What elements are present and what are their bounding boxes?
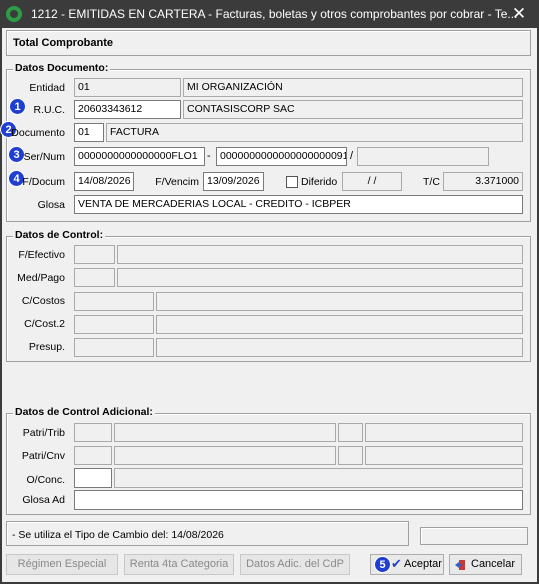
status-panel: - Se utiliza el Tipo de Cambio del: 14/0… xyxy=(6,521,409,546)
glosaad-input[interactable] xyxy=(74,490,523,510)
window-title: 1212 - EMITIDAS EN CARTERA - Facturas, b… xyxy=(31,7,518,21)
aceptar-button[interactable]: 5 ✔ Aceptar xyxy=(370,554,444,575)
presup-label: Presup. xyxy=(28,341,65,353)
numero-input[interactable]: 0000000000000000000091 xyxy=(216,147,347,166)
datos-adic-cdp-button[interactable]: Datos Adic. del CdP xyxy=(240,554,350,575)
fvencim-label: F/Vencim xyxy=(155,176,199,188)
diferido-label: Diferido xyxy=(301,176,338,188)
entidad-code-field[interactable]: 01 xyxy=(74,78,181,97)
regimen-especial-button[interactable]: Régimen Especial xyxy=(6,554,118,575)
patricnv-label: Patri/Cnv xyxy=(21,450,65,462)
title-bar: 1212 - EMITIDAS EN CARTERA - Facturas, b… xyxy=(0,0,539,28)
tc-label: T/C xyxy=(423,176,440,188)
medpago-field xyxy=(74,268,115,287)
total-comprobante-panel: Total Comprobante xyxy=(6,30,531,56)
glosa-input[interactable]: VENTA DE MERCADERIAS LOCAL - CREDITO - I… xyxy=(74,195,523,214)
presup-desc-field xyxy=(156,338,523,357)
patritrib-label: Patri/Trib xyxy=(22,427,65,439)
diferido-date-field: / / xyxy=(342,172,402,191)
fefectivo-desc-field xyxy=(117,245,523,264)
ruc-input[interactable]: 20603343612 xyxy=(74,100,181,119)
cancelar-button[interactable]: Cancelar xyxy=(449,554,522,575)
ccostos-label: C/Costos xyxy=(21,295,65,307)
ruc-name-field: CONTASISCORP SAC xyxy=(183,100,523,119)
sernum-extra-field xyxy=(357,147,489,166)
patritrib-field-2 xyxy=(114,423,336,442)
ccostos-desc-field xyxy=(156,292,523,311)
ccost2-label: C/Cost.2 xyxy=(24,318,65,330)
patricnv-field-2 xyxy=(114,446,336,465)
close-icon[interactable]: ✕ xyxy=(508,4,530,24)
oconc-label: O/Conc. xyxy=(26,474,65,486)
sernum-dash: - xyxy=(207,150,211,162)
checkmark-icon: ✔ xyxy=(391,556,402,571)
documento-name-field: FACTURA xyxy=(106,123,523,142)
ccost2-field xyxy=(74,315,154,334)
glosa-label: Glosa xyxy=(37,199,65,211)
fvencim-input[interactable]: 13/09/2026 xyxy=(203,172,264,191)
patricnv-field-3 xyxy=(338,446,363,465)
documento-label: Documento xyxy=(11,127,65,139)
step-5-badge: 5 xyxy=(374,556,391,573)
datos-control-title: Datos de Control: xyxy=(13,229,106,241)
fdocum-input[interactable]: 14/08/2026 xyxy=(74,172,134,191)
sernum-slash: / xyxy=(350,150,354,162)
renta-4ta-categoria-button[interactable]: Renta 4ta Categoria xyxy=(124,554,234,575)
cancelar-label: Cancelar xyxy=(471,558,516,570)
documento-code-input[interactable]: 01 xyxy=(74,123,104,142)
medpago-label: Med/Pago xyxy=(17,272,65,284)
ccost2-desc-field xyxy=(156,315,523,334)
fdocum-label: F/Docum xyxy=(22,176,65,188)
status-extra-panel xyxy=(420,527,528,545)
datos-documento-title: Datos Documento: xyxy=(13,62,111,74)
serie-input[interactable]: 0000000000000000FLO1 xyxy=(74,147,205,166)
entidad-label: Entidad xyxy=(29,82,65,94)
fefectivo-label: F/Efectivo xyxy=(18,249,65,261)
patritrib-field-3 xyxy=(338,423,363,442)
oconc-input[interactable] xyxy=(74,468,112,488)
patritrib-field-1 xyxy=(74,423,112,442)
diferido-checkbox[interactable] xyxy=(286,176,298,188)
app-icon xyxy=(6,6,22,22)
fefectivo-field xyxy=(74,245,115,264)
oconc-desc-field xyxy=(114,468,523,488)
ccostos-field xyxy=(74,292,154,311)
sernum-label: Ser/Num xyxy=(23,151,65,163)
exit-icon xyxy=(454,559,466,571)
tc-field: 3.371000 xyxy=(443,172,523,191)
ruc-label: R.U.C. xyxy=(33,104,66,116)
datos-control-adicional-title: Datos de Control Adicional: xyxy=(13,406,155,418)
status-message: - Se utiliza el Tipo de Cambio del: 14/0… xyxy=(12,529,224,541)
patricnv-field-4 xyxy=(365,446,523,465)
total-comprobante-label: Total Comprobante xyxy=(13,37,114,49)
patricnv-field-1 xyxy=(74,446,112,465)
entidad-name-field: MI ORGANIZACIÓN xyxy=(183,78,523,97)
glosaad-label: Glosa Ad xyxy=(22,494,65,506)
patritrib-field-4 xyxy=(365,423,523,442)
aceptar-label: Aceptar xyxy=(404,558,442,570)
medpago-desc-field xyxy=(117,268,523,287)
presup-field xyxy=(74,338,154,357)
